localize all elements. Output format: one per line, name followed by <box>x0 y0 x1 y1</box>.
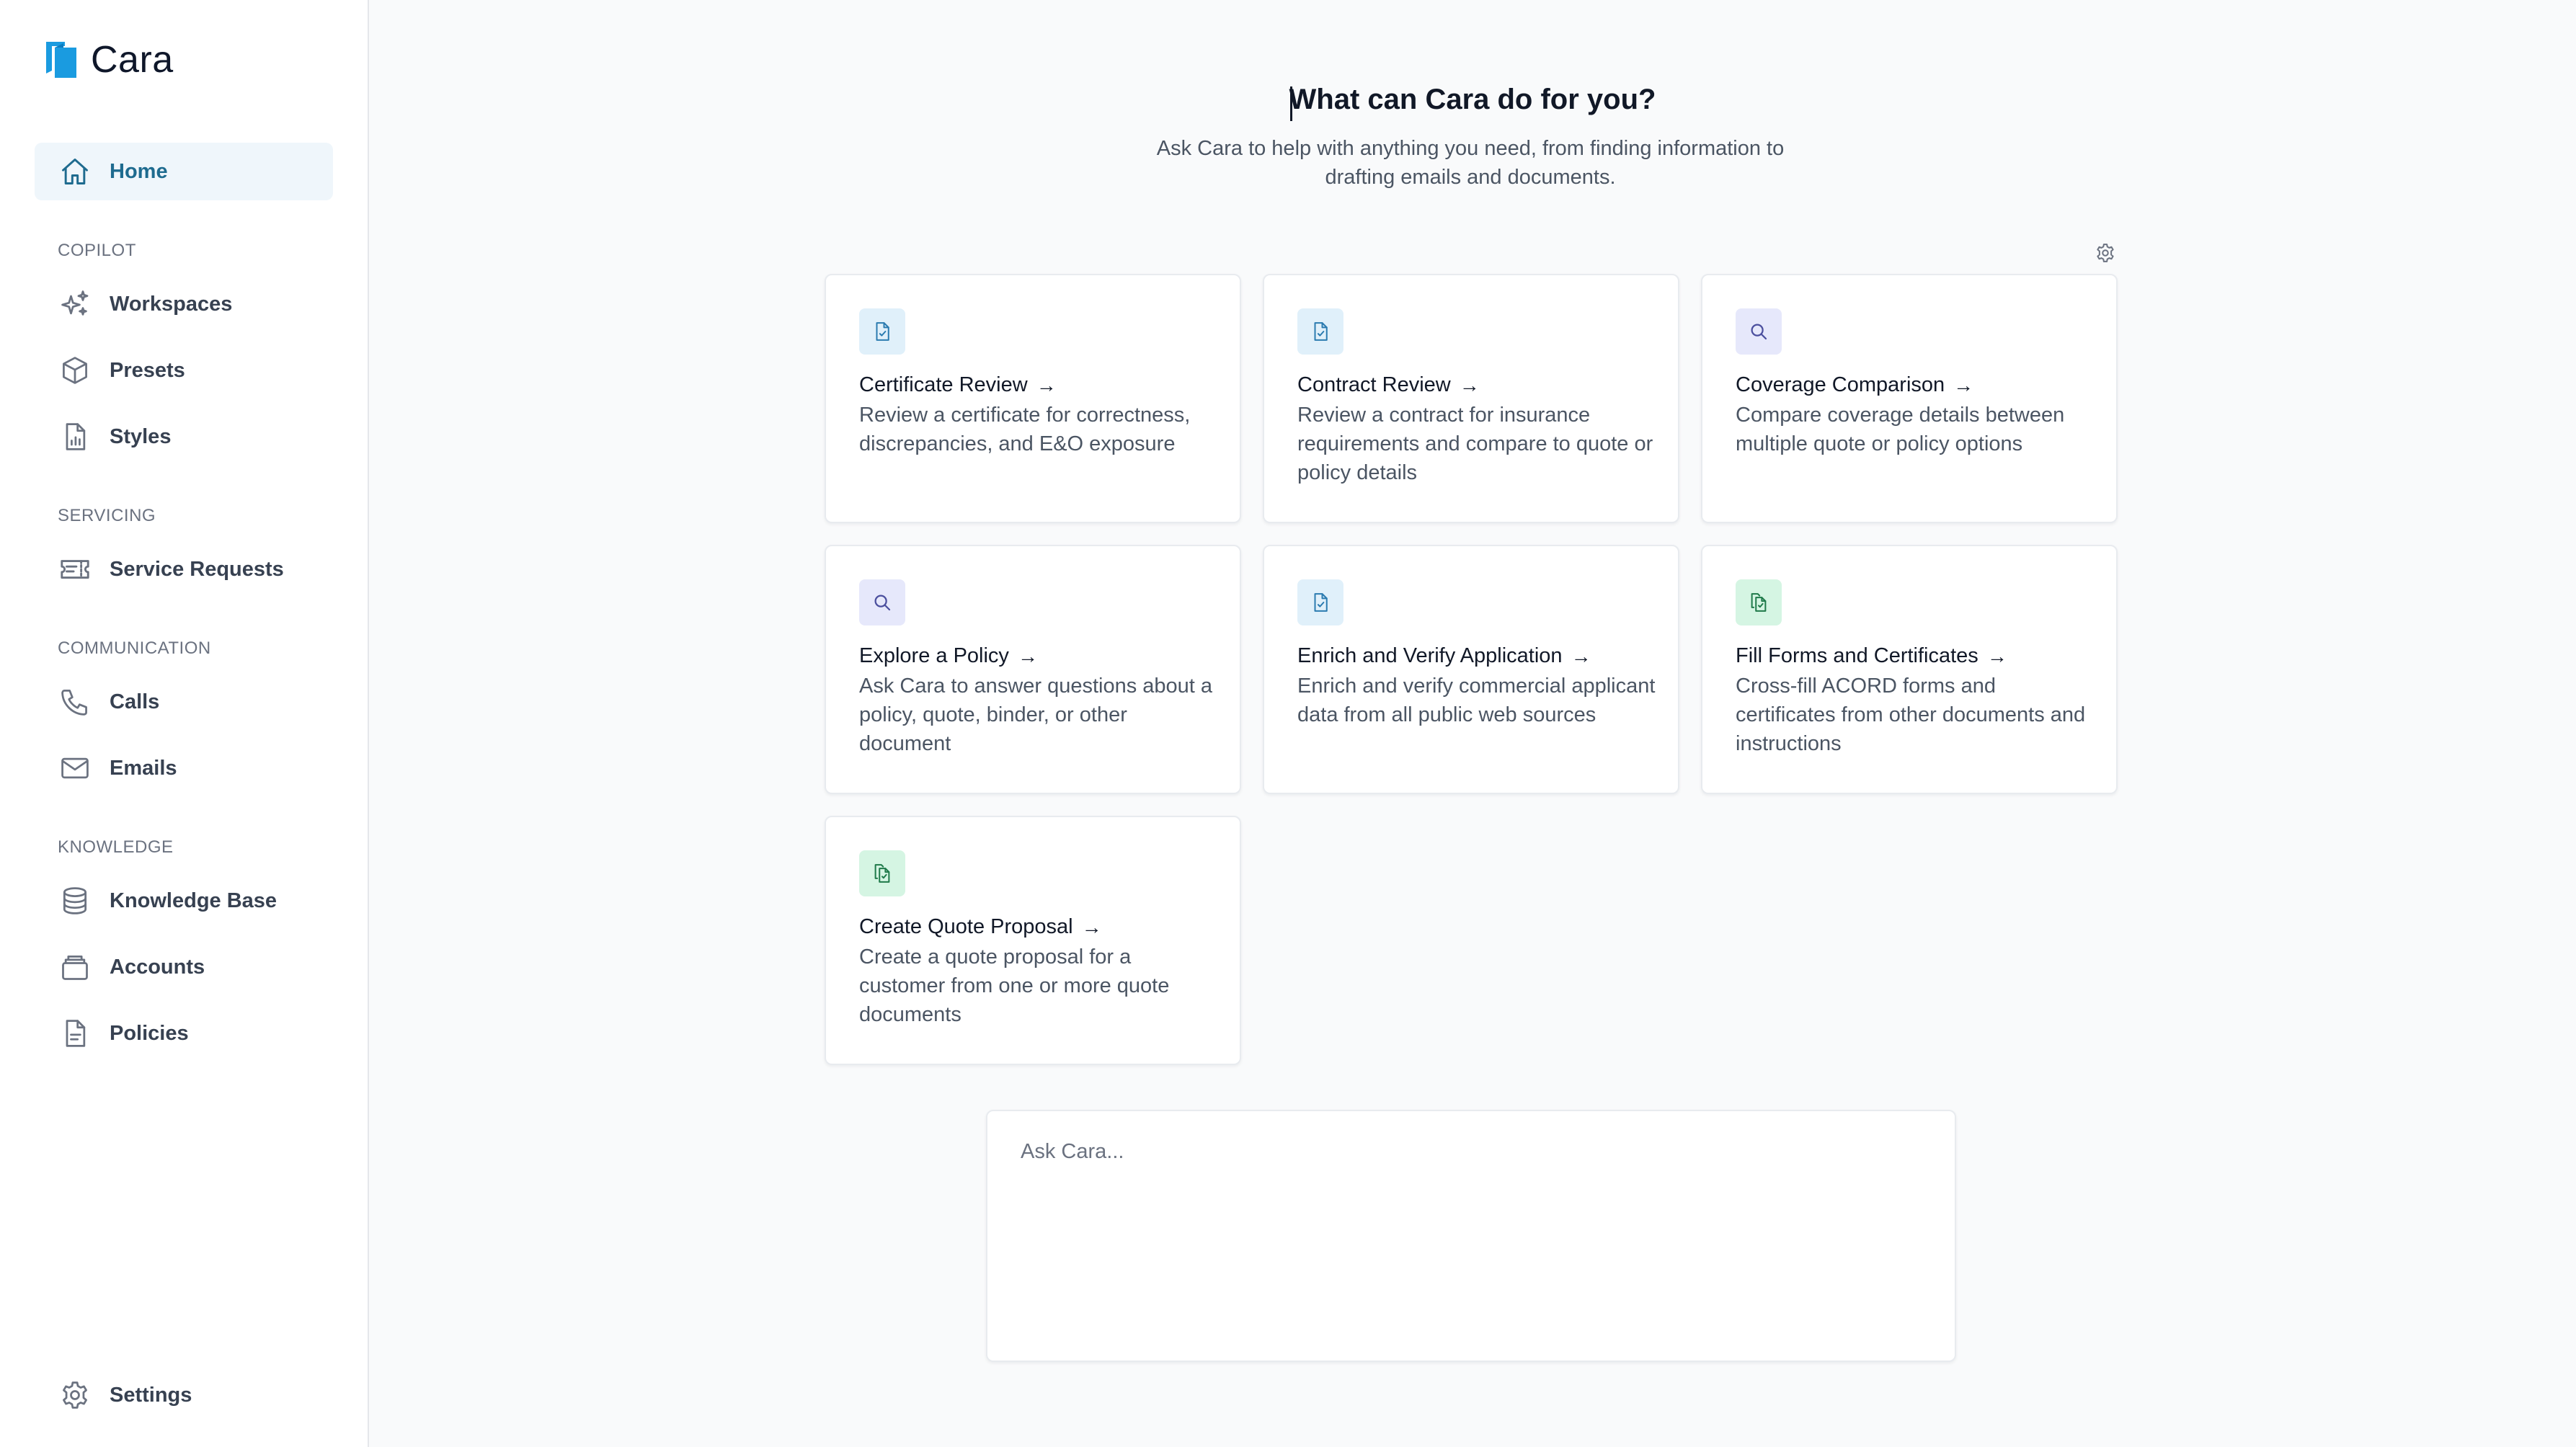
card-contract-review[interactable]: Contract Review → Review a contract for … <box>1263 274 1679 523</box>
card-coverage-comparison[interactable]: Coverage Comparison → Compare coverage d… <box>1701 274 2118 523</box>
document-chart-icon <box>58 419 92 454</box>
section-label-copilot: COPILOT <box>58 241 136 260</box>
sparkles-icon <box>58 287 92 321</box>
arrow-right-icon: → <box>1953 373 1974 396</box>
ask-cara-box <box>986 1110 1956 1362</box>
card-fill-forms-and-certificates[interactable]: Fill Forms and Certificates → Cross-fill… <box>1701 545 2118 794</box>
card-title: Contract Review → <box>1297 373 1480 397</box>
arrow-right-icon: → <box>1459 373 1480 396</box>
arrow-right-icon: → <box>1017 644 1038 667</box>
card-description: Ask Cara to answer questions about a pol… <box>859 674 1213 755</box>
text-cursor <box>1290 86 1292 121</box>
arrow-right-icon: → <box>1036 373 1057 396</box>
sidebar-item-home[interactable]: Home <box>35 143 333 200</box>
sidebar-item-label: Calls <box>110 690 160 713</box>
card-explore-a-policy[interactable]: Explore a Policy → Ask Cara to answer qu… <box>825 545 1241 794</box>
sidebar-item-presets[interactable]: Presets <box>35 342 333 399</box>
ask-cara-input[interactable] <box>1021 1140 1922 1335</box>
sidebar-item-calls[interactable]: Calls <box>35 673 333 731</box>
gear-icon <box>58 1378 92 1412</box>
section-label-knowledge: KNOWLEDGE <box>58 837 174 857</box>
card-description: Cross-fill ACORD forms and certificates … <box>1736 674 2086 755</box>
sidebar: Cara Home COPILOT Workspaces Presets Sty… <box>0 0 369 1447</box>
card-title-text: Create Quote Proposal <box>859 915 1073 938</box>
arrow-right-icon: → <box>1986 644 2007 667</box>
ticket-icon <box>58 552 92 587</box>
card-title-text: Enrich and Verify Application <box>1297 644 1563 667</box>
sidebar-item-label: Accounts <box>110 955 205 979</box>
card-title-text: Certificate Review <box>859 373 1028 396</box>
page-subtitle: Ask Cara to help with anything you need,… <box>1156 137 1785 189</box>
card-title-text: Contract Review <box>1297 373 1451 396</box>
card-title-text: Fill Forms and Certificates <box>1736 644 1978 667</box>
home-icon <box>58 154 92 189</box>
cube-icon <box>58 353 92 388</box>
documents-copy-icon <box>1736 579 1782 625</box>
search-icon <box>1736 308 1782 355</box>
sidebar-item-label: Styles <box>110 424 172 448</box>
documents-copy-icon <box>859 850 905 896</box>
card-certificate-review[interactable]: Certificate Review → Review a certificat… <box>825 274 1241 523</box>
sidebar-item-styles[interactable]: Styles <box>35 408 333 466</box>
card-description: Review a contract for insurance requirem… <box>1297 404 1653 484</box>
sidebar-item-settings[interactable]: Settings <box>35 1366 333 1424</box>
mail-icon <box>58 751 92 785</box>
document-check-icon <box>859 308 905 355</box>
document-check-icon <box>1297 308 1343 355</box>
card-enrich-and-verify-application[interactable]: Enrich and Verify Application → Enrich a… <box>1263 545 1679 794</box>
sidebar-item-label: Presets <box>110 358 185 382</box>
brand[interactable]: Cara <box>45 39 174 81</box>
page-title: What can Cara do for you? <box>1289 84 1656 115</box>
card-title-text: Explore a Policy <box>859 644 1009 667</box>
card-create-quote-proposal[interactable]: Create Quote Proposal → Create a quote p… <box>825 816 1241 1065</box>
arrow-right-icon: → <box>1571 644 1591 667</box>
section-label-communication: COMMUNICATION <box>58 638 211 658</box>
sidebar-item-label: Emails <box>110 756 177 780</box>
sidebar-item-label: Home <box>110 159 168 183</box>
section-label-servicing: SERVICING <box>58 506 156 525</box>
sidebar-item-label: Knowledge Base <box>110 889 277 912</box>
card-description: Review a certificate for correctness, di… <box>859 404 1191 455</box>
card-title: Fill Forms and Certificates → <box>1736 644 2007 668</box>
sidebar-item-label: Service Requests <box>110 557 284 581</box>
document-check-icon <box>1297 579 1343 625</box>
brand-name: Cara <box>91 39 174 81</box>
card-title: Coverage Comparison → <box>1736 373 1973 397</box>
customize-gear-icon[interactable] <box>2093 241 2118 265</box>
sidebar-item-policies[interactable]: Policies <box>35 1005 333 1062</box>
database-icon <box>58 883 92 918</box>
search-icon <box>859 579 905 625</box>
sidebar-item-service-requests[interactable]: Service Requests <box>35 540 333 598</box>
sidebar-item-accounts[interactable]: Accounts <box>35 938 333 996</box>
folders-icon <box>58 950 92 984</box>
phone-icon <box>58 685 92 719</box>
card-description: Compare coverage details between multipl… <box>1736 404 2065 455</box>
card-title: Create Quote Proposal → <box>859 915 1102 939</box>
card-title: Enrich and Verify Application → <box>1297 644 1591 668</box>
card-title-text: Coverage Comparison <box>1736 373 1945 396</box>
card-title: Certificate Review → <box>859 373 1057 397</box>
sidebar-item-knowledge-base[interactable]: Knowledge Base <box>35 872 333 930</box>
sidebar-item-emails[interactable]: Emails <box>35 739 333 797</box>
sidebar-item-label: Workspaces <box>110 292 233 316</box>
sidebar-item-label: Settings <box>110 1383 192 1407</box>
cara-logo-icon <box>45 39 78 81</box>
card-description: Create a quote proposal for a customer f… <box>859 945 1170 1026</box>
sidebar-item-label: Policies <box>110 1021 189 1045</box>
card-description: Enrich and verify commercial applicant d… <box>1297 674 1656 726</box>
arrow-right-icon: → <box>1081 915 1102 938</box>
sidebar-item-workspaces[interactable]: Workspaces <box>35 275 333 333</box>
card-title: Explore a Policy → <box>859 644 1038 668</box>
document-text-icon <box>58 1016 92 1051</box>
